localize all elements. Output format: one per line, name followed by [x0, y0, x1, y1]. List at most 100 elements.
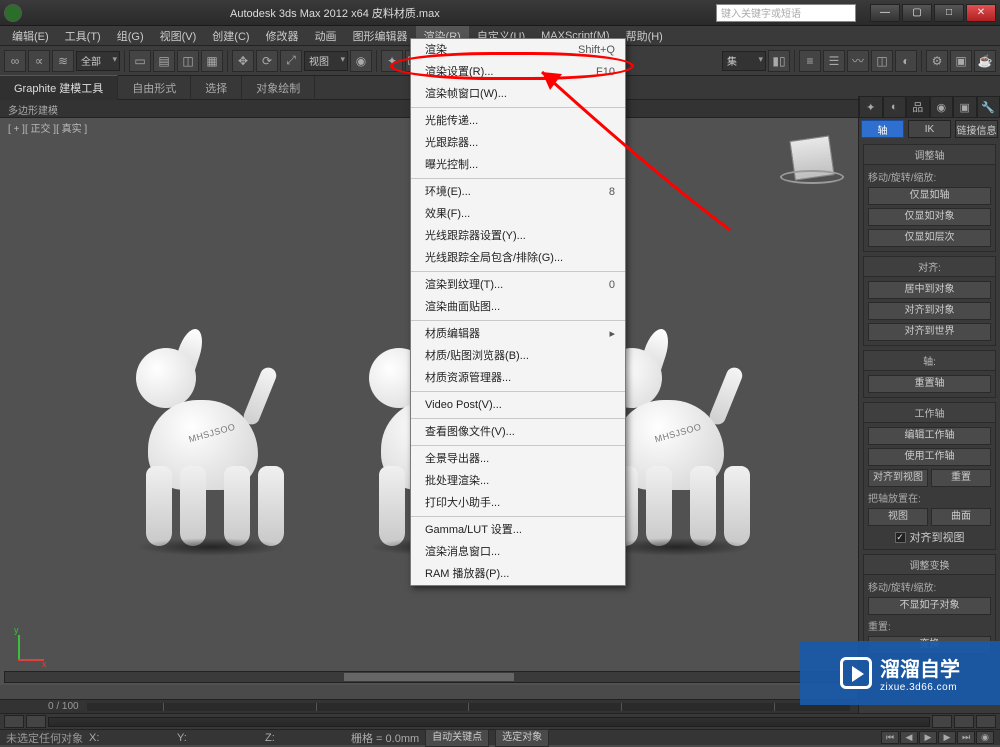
next-frame-icon[interactable]: ▶ — [938, 731, 956, 744]
track-bar[interactable] — [0, 713, 1000, 729]
schematic-icon[interactable]: ◫ — [871, 50, 893, 72]
cp-tab-create-icon[interactable]: ✦ — [859, 96, 883, 118]
render-menu-item[interactable]: 材质/贴图浏览器(B)... — [411, 345, 625, 367]
align-view-checkbox[interactable]: ✓对齐到视图 — [868, 529, 991, 545]
cp-tab-modify-icon[interactable]: ◐ — [883, 96, 907, 118]
help-search-input[interactable]: 键入关键字或短语 — [716, 4, 856, 22]
render-menu-item[interactable]: 渲染设置(R)...F10 — [411, 61, 625, 83]
close-button[interactable]: ✕ — [966, 4, 996, 22]
render-menu-item[interactable]: 光线跟踪全局包含/排除(G)... — [411, 247, 625, 269]
menu-group[interactable]: 组(G) — [109, 26, 152, 46]
trackbar-btn-icon[interactable] — [4, 715, 24, 728]
use-pivot-icon[interactable]: ◉ — [350, 50, 372, 72]
named-set-dropdown[interactable]: 集 — [722, 51, 766, 71]
render-prod-icon[interactable]: ☕ — [974, 50, 996, 72]
restore-button[interactable]: ▢ — [902, 4, 932, 22]
render-menu-item[interactable]: 渲染Shift+Q — [411, 39, 625, 61]
render-menu-item[interactable]: Video Post(V)... — [411, 394, 625, 416]
linkinfo-button[interactable]: 链接信息 — [955, 120, 998, 138]
mirror-icon[interactable]: ▮▯ — [768, 50, 790, 72]
select-name-icon[interactable]: ▤ — [153, 50, 175, 72]
trackbar-btn-icon[interactable] — [932, 715, 952, 728]
viewport-hscroll[interactable] — [4, 671, 854, 683]
render-menu-item[interactable]: 批处理渲染... — [411, 470, 625, 492]
center-to-object-button[interactable]: 居中到对象 — [868, 281, 991, 299]
bind-spacewarp-icon[interactable]: ≋ — [52, 50, 74, 72]
viewcube[interactable] — [784, 132, 840, 188]
render-menu-item[interactable]: 材质资源管理器... — [411, 367, 625, 389]
ribbon-tab-graphite[interactable]: Graphite 建模工具 — [0, 75, 118, 100]
affect-object-only-button[interactable]: 仅显如对象 — [868, 208, 991, 226]
cp-tab-display-icon[interactable]: ▣ — [953, 96, 977, 118]
render-menu-item[interactable]: 渲染曲面贴图... — [411, 296, 625, 318]
cp-tab-utilities-icon[interactable]: 🔧 — [977, 96, 1000, 118]
render-menu-item[interactable]: 效果(F)... — [411, 203, 625, 225]
curve-editor-icon[interactable]: 〰 — [847, 50, 869, 72]
menu-tools[interactable]: 工具(T) — [57, 26, 109, 46]
menu-create[interactable]: 创建(C) — [204, 26, 257, 46]
rollout-pivot[interactable]: 轴: — [864, 351, 995, 371]
maximize-button[interactable]: □ — [934, 4, 964, 22]
select-region-icon[interactable]: ◫ — [177, 50, 199, 72]
goto-end-icon[interactable]: ⏭ — [957, 731, 975, 744]
render-menu-item[interactable]: 曝光控制... — [411, 154, 625, 176]
render-menu-item[interactable]: 渲染帧窗口(W)... — [411, 83, 625, 105]
render-menu-item[interactable]: 渲染消息窗口... — [411, 541, 625, 563]
window-crossing-icon[interactable]: ▦ — [201, 50, 223, 72]
cp-tab-motion-icon[interactable]: ◉ — [930, 96, 954, 118]
menu-modifiers[interactable]: 修改器 — [258, 26, 307, 46]
move-icon[interactable]: ✥ — [232, 50, 254, 72]
manipulate-icon[interactable]: ✦ — [381, 50, 403, 72]
menu-edit[interactable]: 编辑(E) — [4, 26, 57, 46]
align-to-object-button[interactable]: 对齐到对象 — [868, 302, 991, 320]
align-icon[interactable]: ≡ — [799, 50, 821, 72]
place-surface-button[interactable]: 曲面 — [931, 508, 991, 526]
use-working-pivot-button[interactable]: 使用工作轴 — [868, 448, 991, 466]
play-icon[interactable]: ▶ — [919, 731, 937, 744]
align-to-view-button[interactable]: 对齐到视图 — [868, 469, 928, 487]
ik-button[interactable]: IK — [908, 120, 951, 138]
link-icon[interactable]: ∞ — [4, 50, 26, 72]
rotate-icon[interactable]: ⟳ — [256, 50, 278, 72]
rollout-adjust-transform[interactable]: 调整变换 — [864, 555, 995, 575]
render-menu-item[interactable]: Gamma/LUT 设置... — [411, 519, 625, 541]
align-to-world-button[interactable]: 对齐到世界 — [868, 323, 991, 341]
selection-set-button[interactable]: 选定对象 — [495, 729, 549, 747]
trackbar-btn-icon[interactable] — [976, 715, 996, 728]
unlink-icon[interactable]: ∝ — [28, 50, 50, 72]
key-mode-icon[interactable]: ◉ — [976, 731, 994, 744]
menu-animation[interactable]: 动画 — [307, 26, 345, 46]
rollout-working-pivot[interactable]: 工作轴 — [864, 403, 995, 423]
render-menu-item[interactable]: 打印大小助手... — [411, 492, 625, 514]
edit-working-pivot-button[interactable]: 编辑工作轴 — [868, 427, 991, 445]
reset-pivot-button[interactable]: 重置轴 — [868, 375, 991, 393]
ref-coord-dropdown[interactable]: 视图 — [304, 51, 348, 71]
scale-icon[interactable]: ⤢ — [280, 50, 302, 72]
render-menu-item[interactable]: 光线跟踪器设置(Y)... — [411, 225, 625, 247]
time-slider[interactable]: 0 / 100 — [0, 699, 858, 713]
menu-views[interactable]: 视图(V) — [152, 26, 205, 46]
reset-wp-button[interactable]: 重置 — [931, 469, 991, 487]
render-menu-item[interactable]: 查看图像文件(V)... — [411, 421, 625, 443]
menu-grapheditors[interactable]: 图形编辑器 — [345, 26, 416, 46]
dont-affect-children-button[interactable]: 不显如子对象 — [868, 597, 991, 615]
render-setup-icon[interactable]: ⚙ — [926, 50, 948, 72]
goto-start-icon[interactable]: ⏮ — [881, 731, 899, 744]
material-editor-icon[interactable]: ◐ — [895, 50, 917, 72]
rollout-alignment[interactable]: 对齐: — [864, 257, 995, 277]
model-dog-1[interactable]: MHSJSOO — [116, 348, 296, 548]
cp-tab-hierarchy-icon[interactable]: 品 — [906, 96, 930, 118]
affect-hierarchy-only-button[interactable]: 仅显如层次 — [868, 229, 991, 247]
affect-pivot-only-button[interactable]: 仅显如轴 — [868, 187, 991, 205]
rendered-frame-icon[interactable]: ▣ — [950, 50, 972, 72]
render-menu-item[interactable]: 环境(E)...8 — [411, 181, 625, 203]
ribbon-tab-objectpaint[interactable]: 对象绘制 — [242, 76, 315, 100]
render-menu-item[interactable]: 全景导出器... — [411, 448, 625, 470]
layers-icon[interactable]: ☰ — [823, 50, 845, 72]
autokey-button[interactable]: 自动关键点 — [425, 729, 489, 747]
trackbar-btn-icon[interactable] — [954, 715, 974, 728]
selection-filter-dropdown[interactable]: 全部 — [76, 51, 120, 71]
viewport-label[interactable]: [ + ][ 正交 ][ 真实 ] — [8, 120, 87, 135]
prev-frame-icon[interactable]: ◀ — [900, 731, 918, 744]
pivot-button[interactable]: 轴 — [861, 120, 904, 138]
